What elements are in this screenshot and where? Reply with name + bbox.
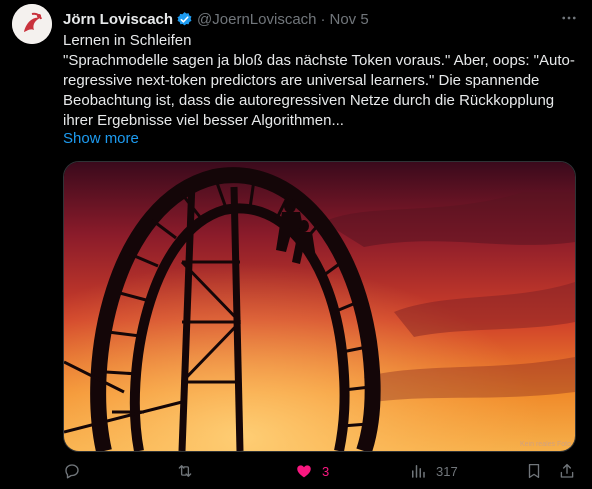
reply-icon: [65, 464, 79, 479]
retweet-icon: [178, 465, 192, 477]
separator-dot: ·: [320, 10, 326, 28]
tweet-body: "Sprachmodelle sagen ja bloß das nächste…: [63, 52, 575, 129]
tweet-image[interactable]: Kein reales Foto: [63, 161, 576, 452]
author-handle[interactable]: @JoernLoviscach: [197, 11, 316, 28]
reply-button[interactable]: [63, 460, 90, 482]
show-more-link[interactable]: Show more: [63, 130, 139, 147]
tweet-title-line: Lernen in Schleifen: [63, 32, 192, 49]
author-name[interactable]: Jörn Loviscach: [63, 11, 173, 28]
retweet-button[interactable]: [176, 460, 203, 482]
verified-badge-icon: [176, 11, 193, 28]
bookmark-button[interactable]: [525, 460, 543, 482]
like-count: 3: [322, 463, 330, 479]
tweet-text: Lernen in Schleifen "Sprachmodelle sagen…: [63, 31, 578, 131]
avatar[interactable]: [12, 4, 52, 44]
views-button[interactable]: 317: [409, 460, 458, 482]
rollercoaster-image: [64, 162, 575, 451]
like-icon: [297, 465, 311, 478]
views-count: 317: [436, 463, 458, 479]
bookmark-icon: [528, 463, 540, 479]
more-icon[interactable]: [558, 9, 580, 27]
like-button[interactable]: 3: [295, 460, 329, 482]
image-watermark: Kein reales Foto: [520, 441, 571, 448]
tweet-timestamp[interactable]: Nov 5: [330, 11, 369, 28]
tweet-actions: 3 317: [63, 460, 580, 482]
share-button[interactable]: [558, 460, 576, 482]
share-icon: [560, 463, 574, 478]
tweet-header: Jörn Loviscach @JoernLoviscach · Nov 5: [63, 9, 580, 29]
views-icon: [412, 465, 425, 478]
